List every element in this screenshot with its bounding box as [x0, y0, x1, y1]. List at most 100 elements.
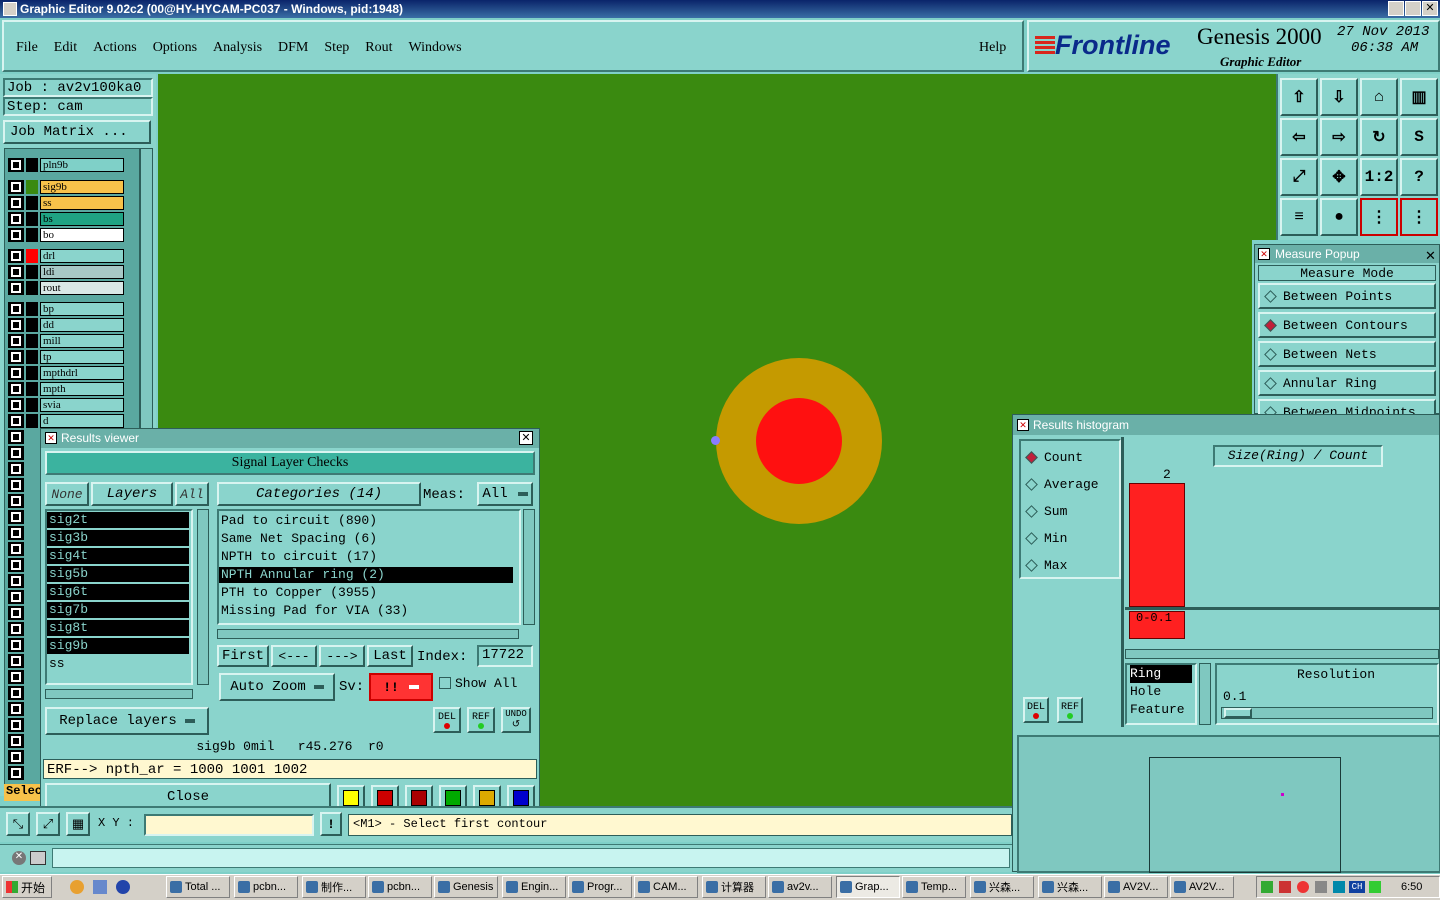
type-ring[interactable]: Ring [1130, 665, 1192, 683]
layer-checkbox[interactable] [8, 574, 24, 588]
none-button[interactable]: None [45, 482, 89, 506]
taskbar-item[interactable]: AV2V... [1104, 876, 1168, 898]
layer-color-swatch[interactable] [26, 302, 38, 316]
layer-checkbox[interactable] [8, 318, 24, 332]
tray-icon[interactable] [1279, 881, 1291, 893]
help-icon[interactable]: ? [1400, 158, 1438, 196]
layer-color-swatch[interactable] [26, 212, 38, 226]
layer-checkbox[interactable] [8, 430, 24, 444]
snap-icon[interactable]: S [1400, 118, 1438, 156]
measure-option[interactable]: Between Contours [1258, 312, 1436, 338]
taskbar-item[interactable]: 兴森... [1038, 876, 1102, 898]
resolution-slider-thumb[interactable] [1224, 708, 1252, 718]
info-icon[interactable]: ! [320, 812, 342, 836]
histogram-option[interactable]: Average [1025, 474, 1099, 494]
layer-checkbox[interactable] [8, 590, 24, 604]
tray-icon[interactable] [1369, 881, 1381, 893]
layer-color-swatch[interactable] [26, 350, 38, 364]
category-hscroll[interactable] [217, 629, 519, 639]
auto-zoom-select[interactable]: Auto Zoom [219, 673, 335, 701]
layer-checkbox[interactable] [8, 302, 24, 316]
index-input[interactable]: 17722 [477, 645, 533, 667]
layer-color-swatch[interactable] [26, 180, 38, 194]
layer-checkbox[interactable] [8, 180, 24, 194]
show-all-checkbox[interactable] [439, 677, 451, 689]
layer-checkbox[interactable] [8, 446, 24, 460]
taskbar-item[interactable]: Engin... [502, 876, 566, 898]
home-icon[interactable]: ⌂ [1360, 78, 1398, 116]
command-input[interactable] [52, 848, 1010, 868]
histogram-option[interactable]: Max [1025, 555, 1067, 575]
xy-input[interactable] [144, 814, 314, 836]
layer-checkbox[interactable] [8, 654, 24, 668]
layer-name-bp[interactable]: bp [40, 302, 124, 316]
histogram-bar[interactable] [1129, 483, 1185, 607]
zoom-mode-icon[interactable]: ⤢ [36, 812, 60, 836]
meas-select[interactable]: All [477, 482, 533, 506]
select-mode-icon[interactable]: ⤡ [6, 812, 30, 836]
category-vscroll[interactable] [523, 509, 535, 625]
layer-color-swatch[interactable] [26, 196, 38, 210]
layer-name-d[interactable]: d [40, 414, 124, 428]
histogram-window-icon[interactable]: ✕ [1017, 419, 1029, 431]
layer-checkbox[interactable] [8, 334, 24, 348]
results-viewer-window-icon[interactable]: ✕ [45, 432, 57, 444]
layer-checkbox[interactable] [8, 734, 24, 748]
result-layer-item[interactable]: sig2t [47, 512, 189, 528]
canvas-right-area[interactable] [1252, 74, 1276, 240]
tray-icon[interactable] [1261, 881, 1273, 893]
layer-checkbox[interactable] [8, 265, 24, 279]
scale-1-2-icon[interactable]: 1:2 [1360, 158, 1398, 196]
edit-icon[interactable] [30, 851, 46, 865]
last-button[interactable]: Last [367, 645, 413, 667]
center-icon[interactable]: ✥ [1320, 158, 1358, 196]
taskbar-item[interactable]: AV2V... [1170, 876, 1234, 898]
category-item[interactable]: PTH to Copper (3955) [219, 585, 513, 601]
layer-checkbox[interactable] [8, 398, 24, 412]
type-hole[interactable]: Hole [1130, 683, 1195, 701]
layer-checkbox[interactable] [8, 558, 24, 572]
histogram-option[interactable]: Sum [1025, 501, 1067, 521]
layer-checkbox[interactable] [8, 718, 24, 732]
layer-checkbox[interactable] [8, 228, 24, 242]
layer-color-swatch[interactable] [26, 249, 38, 263]
layer-name-drl[interactable]: drl [40, 249, 124, 263]
result-layer-item[interactable]: sig3b [47, 530, 189, 546]
first-button[interactable]: First [217, 645, 269, 667]
taskbar-item[interactable]: 兴森... [970, 876, 1034, 898]
menu-actions[interactable]: Actions [93, 40, 137, 70]
results-viewer-close-icon[interactable]: ✕ [519, 431, 533, 445]
settings-icon[interactable]: ≡ [1280, 198, 1318, 236]
npth-hole[interactable] [756, 398, 842, 484]
result-layer-item[interactable]: sig8t [47, 620, 189, 636]
menu-edit[interactable]: Edit [54, 40, 77, 70]
taskbar-item[interactable]: Temp... [902, 876, 966, 898]
result-layer-item[interactable]: sig4t [47, 548, 189, 564]
tray-icon[interactable] [1333, 881, 1345, 893]
layer-name-bo[interactable]: bo [40, 228, 124, 242]
layer-checkbox[interactable] [8, 606, 24, 620]
layer-name-ldi[interactable]: ldi [40, 265, 124, 279]
layer-checkbox[interactable] [8, 750, 24, 764]
histogram-option[interactable]: Count [1025, 447, 1083, 467]
menu-file[interactable]: File [16, 40, 38, 70]
measure-popup-close-icon[interactable]: ✕ [1425, 247, 1436, 265]
layer-color-swatch[interactable] [26, 366, 38, 380]
undo-button[interactable]: UNDO ↺ [501, 707, 531, 733]
all-button[interactable]: All [175, 482, 209, 506]
layer-name-mpthdrl[interactable]: mpthdrl [40, 366, 124, 380]
layer-checkbox[interactable] [8, 382, 24, 396]
layer-checkbox[interactable] [8, 212, 24, 226]
layer-checkbox[interactable] [8, 542, 24, 556]
layer-color-swatch[interactable] [26, 158, 38, 172]
measure-active-icon[interactable]: ⋮ [1360, 198, 1398, 236]
job-matrix-button[interactable]: Job Matrix ... [3, 120, 151, 144]
category-item[interactable]: Same Net Spacing (6) [219, 531, 513, 547]
measure-option[interactable]: Between Nets [1258, 341, 1436, 367]
layer-results-hscroll[interactable] [45, 689, 193, 699]
quicklaunch-icon[interactable] [93, 880, 107, 894]
arrow-left-icon[interactable]: ⇦ [1280, 118, 1318, 156]
layers-button[interactable]: Layers [91, 482, 173, 506]
taskbar-item[interactable]: Progr... [568, 876, 632, 898]
tray-lang-icon[interactable]: CH [1349, 881, 1365, 893]
